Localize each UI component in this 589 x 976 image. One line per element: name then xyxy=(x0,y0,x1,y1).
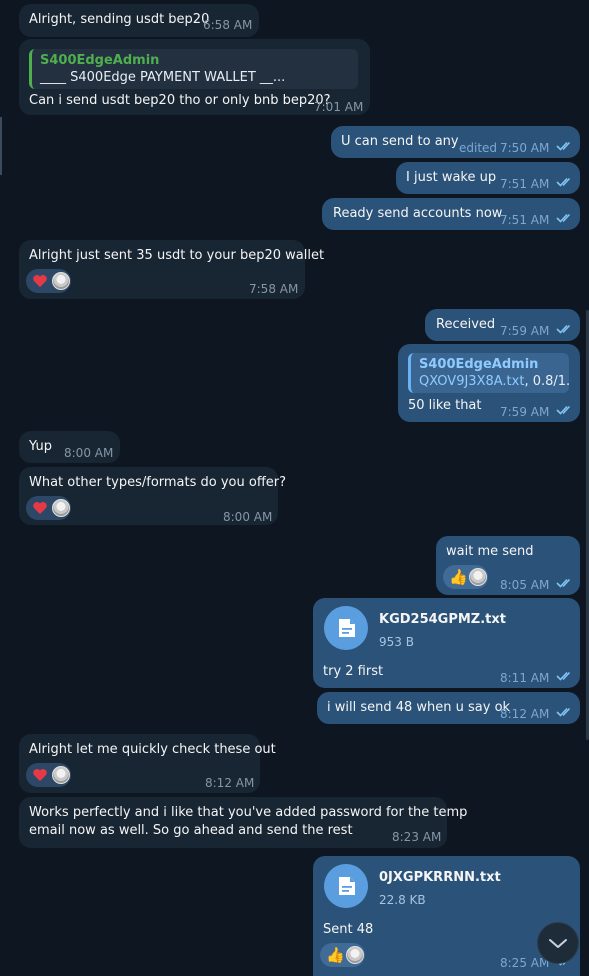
double-check-icon xyxy=(556,324,571,334)
reply-preview[interactable]: S400EdgeAdmin QXOV9J3X8A.txt, 0.8/1.... xyxy=(408,353,569,393)
reactions[interactable] xyxy=(26,763,71,787)
message-time: 6:58 AM xyxy=(203,18,253,32)
reply-preview[interactable]: S400EdgeAdmin ____ S400Edge PAYMENT WALL… xyxy=(29,49,358,89)
message-outgoing[interactable]: U can send to any edited 7:50 AM xyxy=(331,126,580,158)
message-incoming[interactable]: What other types/formats do you offer? 8… xyxy=(19,467,286,525)
message-text: Yup xyxy=(29,439,52,454)
avatar xyxy=(52,272,70,290)
reactions[interactable] xyxy=(26,496,71,520)
avatar xyxy=(52,766,70,784)
reactions[interactable]: 👍 xyxy=(443,565,488,589)
message-incoming[interactable]: Yup 8:00 AM xyxy=(19,431,120,463)
message-incoming[interactable]: Works perfectly and i like that you've a… xyxy=(19,797,467,848)
message-text: Received xyxy=(436,317,496,332)
file-name[interactable]: 0JXGPKRRNN.txt xyxy=(379,869,501,887)
message-text-line: email now as well. So go ahead and send … xyxy=(29,823,353,838)
message-text: U can send to any xyxy=(341,134,459,149)
message-time: 7:51 AM xyxy=(500,213,550,227)
message-incoming[interactable]: Alright, sending usdt bep20 6:58 AM xyxy=(19,4,259,37)
message-outgoing[interactable]: wait me send 👍 8:05 AM xyxy=(436,536,580,595)
message-time: 7:59 AM xyxy=(500,405,550,419)
message-text: 50 like that xyxy=(408,398,482,413)
avatar xyxy=(346,946,364,964)
message-outgoing[interactable]: KGD254GPMZ.txt 953 B try 2 first 8:11 AM xyxy=(313,598,580,688)
chat-area[interactable]: Alright, sending usdt bep20 6:58 AM S400… xyxy=(0,0,589,976)
document-icon xyxy=(339,619,355,637)
double-check-icon xyxy=(556,578,571,588)
message-time: 8:12 AM xyxy=(500,707,550,721)
reply-file-link[interactable]: QXOV9J3X8A.txt xyxy=(419,374,524,389)
message-time: 8:00 AM xyxy=(64,446,114,460)
message-text: Can i send usdt bep20 tho or only bnb be… xyxy=(29,93,331,108)
double-check-icon xyxy=(556,213,571,223)
chevron-down-icon xyxy=(549,939,567,948)
message-time: 7:58 AM xyxy=(249,282,299,296)
message-outgoing[interactable]: S400EdgeAdmin QXOV9J3X8A.txt, 0.8/1.... … xyxy=(398,344,580,422)
message-text-line: Works perfectly and i like that you've a… xyxy=(29,805,468,820)
message-outgoing[interactable]: i will send 48 when u say ok 8:12 AM xyxy=(317,692,580,724)
divider xyxy=(0,117,2,175)
double-check-icon xyxy=(556,177,571,187)
edited-label: edited xyxy=(459,141,498,155)
message-incoming[interactable]: S400EdgeAdmin ____ S400Edge PAYMENT WALL… xyxy=(19,39,370,115)
message-text: I just wake up xyxy=(406,170,497,185)
reactions[interactable]: 👍 xyxy=(320,943,365,967)
message-text: Alright let me quickly check these out xyxy=(29,742,276,757)
message-text: i will send 48 when u say ok xyxy=(327,700,511,715)
reply-rest: , 0.8/1.... xyxy=(524,374,569,389)
message-time: 7:50 AM xyxy=(500,141,550,155)
message-outgoing[interactable]: Ready send accounts now 7:51 AM xyxy=(322,198,580,230)
file-size: 22.8 KB xyxy=(379,893,426,907)
reply-text: ____ S400Edge PAYMENT WALLET __... xyxy=(40,70,286,85)
message-time: 8:12 AM xyxy=(205,776,255,790)
message-text: try 2 first xyxy=(323,664,384,679)
heart-icon xyxy=(33,275,47,287)
message-text: Alright just sent 35 usdt to your bep20 … xyxy=(29,248,325,263)
reply-text: QXOV9J3X8A.txt, 0.8/1.... xyxy=(419,373,569,391)
document-icon xyxy=(339,877,355,895)
file-name[interactable]: KGD254GPMZ.txt xyxy=(379,611,506,629)
reactions[interactable] xyxy=(26,269,71,293)
reply-author: S400EdgeAdmin xyxy=(419,357,539,372)
avatar xyxy=(469,568,487,586)
heart-icon xyxy=(33,769,47,781)
double-check-icon xyxy=(556,707,571,717)
thumbs-up-icon: 👍 xyxy=(449,568,468,586)
file-download-button[interactable] xyxy=(324,864,368,908)
file-size: 953 B xyxy=(379,635,414,649)
message-outgoing[interactable]: Received 7:59 AM xyxy=(425,309,580,341)
double-check-icon xyxy=(556,141,571,151)
message-outgoing[interactable]: I just wake up 7:51 AM xyxy=(396,162,580,194)
message-time: 7:59 AM xyxy=(500,324,550,338)
message-time: 7:51 AM xyxy=(500,177,550,191)
message-incoming[interactable]: Alright just sent 35 usdt to your bep20 … xyxy=(19,240,324,299)
message-text: Alright, sending usdt bep20 xyxy=(29,12,210,27)
message-time: 8:05 AM xyxy=(500,578,550,592)
message-text: What other types/formats do you offer? xyxy=(29,475,287,490)
message-time: 8:11 AM xyxy=(500,671,550,685)
message-time: 7:01 AM xyxy=(314,100,364,114)
message-text: Ready send accounts now xyxy=(333,206,503,221)
message-text: wait me send xyxy=(446,544,534,559)
double-check-icon xyxy=(556,405,571,415)
message-time: 8:23 AM xyxy=(392,830,442,844)
double-check-icon xyxy=(556,671,571,681)
heart-icon xyxy=(33,502,47,514)
avatar xyxy=(52,499,70,517)
reply-author: S400EdgeAdmin xyxy=(40,53,160,68)
scroll-to-bottom-button[interactable] xyxy=(537,922,579,964)
message-time: 8:00 AM xyxy=(223,510,273,524)
file-download-button[interactable] xyxy=(324,606,368,650)
thumbs-up-icon: 👍 xyxy=(326,946,345,964)
message-incoming[interactable]: Alright let me quickly check these out 8… xyxy=(19,734,276,793)
message-text: Sent 48 xyxy=(323,922,374,937)
